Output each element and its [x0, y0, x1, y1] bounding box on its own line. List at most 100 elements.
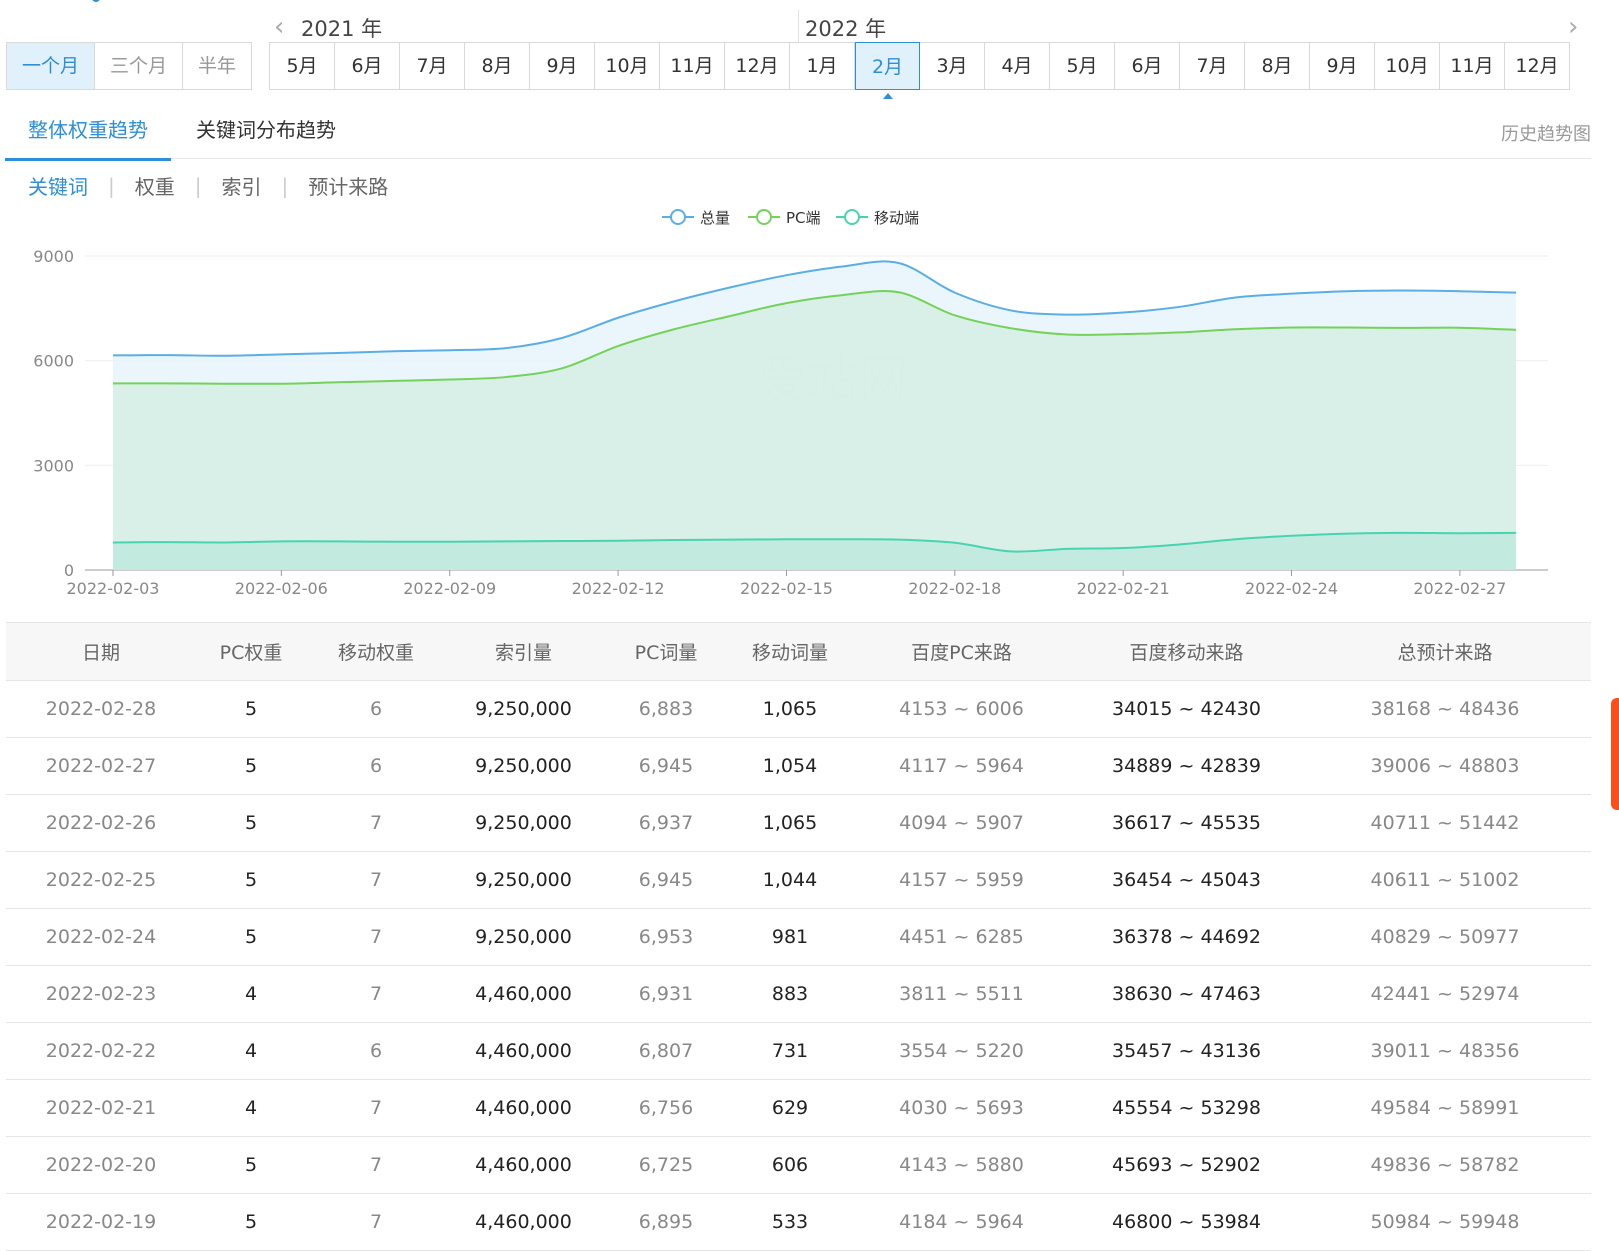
table-cell: 7 [306, 1193, 446, 1251]
month-cell[interactable]: 4月 [985, 43, 1050, 89]
month-cell[interactable]: 3月 [920, 43, 985, 89]
month-cell[interactable]: 6月 [335, 43, 400, 89]
x-tick-label: 2022-02-15 [740, 579, 833, 598]
table-cell: 7 [306, 794, 446, 852]
table-row: 2022-02-26 5 7 9,250,000 6,937 1,065 4094 ~ 59… [6, 794, 1591, 852]
month-cell[interactable]: 5月 [270, 43, 335, 89]
table-cell: 4094 ~ 5907 [849, 794, 1074, 852]
trend-tabs: 整体权重趋势 关键词分布趋势 历史趋势图 [5, 110, 1591, 161]
month-cell[interactable]: 12月 [1505, 43, 1570, 89]
table-cell: 2022-02-25 [6, 851, 196, 909]
table-cell: 6,953 [601, 908, 731, 966]
table-cell: 49836 ~ 58782 [1299, 1136, 1591, 1194]
table-cell: 6 [306, 1022, 446, 1080]
daily-data-table: 日期 PC权重 移动权重 索引量 PC词量 移动词量 百度PC来路 百度移动来路 总预计来路 2… [6, 622, 1591, 1251]
period-one-month[interactable]: 一个月 [7, 43, 95, 89]
table-row: 2022-02-27 5 6 9,250,000 6,945 1,054 4117 ~ 59… [6, 737, 1591, 795]
month-cell[interactable]: 1月 [790, 43, 855, 89]
tab-overall-weight-trend[interactable]: 整体权重趋势 [5, 110, 171, 161]
month-selector: 5月 6月 7月 8月 9月 10月 11月 12月 1月 2月 3月 4月 5月 6月 7月 8月 9月 10月… [269, 42, 1570, 99]
metric-subtabs: 关键词 | 权重 | 索引 | 预计来路 [28, 171, 388, 200]
month-cell[interactable]: 11月 [1440, 43, 1505, 89]
legend-label: 总量 [700, 209, 730, 227]
table-cell: 6,883 [601, 680, 731, 738]
table-cell: 2022-02-26 [6, 794, 196, 852]
table-cell: 4451 ~ 6285 [849, 908, 1074, 966]
table-row: 2022-02-23 4 7 4,460,000 6,931 883 3811 ~ 5511… [6, 965, 1591, 1023]
period-half-year[interactable]: 半年 [183, 43, 251, 89]
table-cell: 34889 ~ 42839 [1074, 737, 1299, 795]
table-cell: 883 [731, 965, 849, 1023]
table-row: 2022-02-20 5 7 4,460,000 6,725 606 4143 ~ 5880… [6, 1136, 1591, 1194]
table-cell: 2022-02-24 [6, 908, 196, 966]
table-row: 2022-02-25 5 7 9,250,000 6,945 1,044 4157 ~ 59… [6, 851, 1591, 909]
column-header: 日期 [6, 622, 196, 681]
subtab-estimated-traffic[interactable]: 预计来路 [308, 171, 388, 200]
series-area-1 [113, 291, 1516, 570]
subtab-weight[interactable]: 权重 [135, 171, 175, 200]
table-cell: 4157 ~ 5959 [849, 851, 1074, 909]
subtab-index[interactable]: 索引 [222, 171, 262, 200]
keyword-trend-chart: 0300060009000爱站网2022-02-032022-02-062022… [33, 209, 1548, 598]
next-arrow-icon[interactable]: › [1568, 14, 1578, 40]
table-cell: 5 [196, 680, 306, 738]
subtab-keywords[interactable]: 关键词 [28, 171, 88, 200]
table-cell: 6,931 [601, 965, 731, 1023]
table-cell: 1,054 [731, 737, 849, 795]
table-row: 2022-02-19 5 7 4,460,000 6,895 533 4184 ~ 5964… [6, 1193, 1591, 1251]
table-cell: 2022-02-21 [6, 1079, 196, 1137]
month-cell[interactable]: 11月 [660, 43, 725, 89]
tab-keyword-distribution-trend[interactable]: 关键词分布趋势 [196, 110, 336, 158]
history-trend-link[interactable]: 历史趋势图 [1501, 120, 1591, 146]
table-cell: 45693 ~ 52902 [1074, 1136, 1299, 1194]
month-cell[interactable]: 9月 [1310, 43, 1375, 89]
period-three-months[interactable]: 三个月 [95, 43, 183, 89]
table-cell: 4143 ~ 5880 [849, 1136, 1074, 1194]
legend-marker-icon [756, 209, 772, 225]
separator: | [194, 173, 202, 198]
table-cell: 5 [196, 1136, 306, 1194]
month-cell[interactable]: 7月 [400, 43, 465, 89]
top-accent-mark [92, 0, 100, 2]
month-cell[interactable]: 10月 [595, 43, 660, 89]
month-cell[interactable]: 8月 [1245, 43, 1310, 89]
separator: | [108, 173, 115, 198]
column-header: 移动词量 [731, 622, 849, 681]
month-cell[interactable]: 2月 [855, 42, 920, 99]
table-cell: 2022-02-19 [6, 1193, 196, 1251]
table-cell: 4184 ~ 5964 [849, 1193, 1074, 1251]
table-cell: 5 [196, 737, 306, 795]
table-cell: 39006 ~ 48803 [1299, 737, 1591, 795]
month-cell[interactable]: 7月 [1180, 43, 1245, 89]
month-cell[interactable]: 10月 [1375, 43, 1440, 89]
year-label-2022: 2022 年 [805, 17, 887, 41]
month-cell[interactable]: 5月 [1050, 43, 1115, 89]
table-cell: 39011 ~ 48356 [1299, 1022, 1591, 1080]
table-cell: 40829 ~ 50977 [1299, 908, 1591, 966]
table-cell: 1,065 [731, 794, 849, 852]
table-row: 2022-02-21 4 7 4,460,000 6,756 629 4030 ~ 5693… [6, 1079, 1591, 1137]
table-cell: 7 [306, 965, 446, 1023]
legend-marker-icon [670, 209, 686, 225]
table-cell: 49584 ~ 58991 [1299, 1079, 1591, 1137]
table-cell: 1,065 [731, 680, 849, 738]
x-tick-label: 2022-02-12 [572, 579, 665, 598]
prev-arrow-icon[interactable]: ‹ [274, 14, 284, 40]
month-cell[interactable]: 9月 [530, 43, 595, 89]
table-cell: 981 [731, 908, 849, 966]
table-cell: 34015 ~ 42430 [1074, 680, 1299, 738]
table-cell: 4030 ~ 5693 [849, 1079, 1074, 1137]
table-cell: 45554 ~ 53298 [1074, 1079, 1299, 1137]
x-tick-label: 2022-02-24 [1245, 579, 1338, 598]
table-cell: 4117 ~ 5964 [849, 737, 1074, 795]
table-cell: 38630 ~ 47463 [1074, 965, 1299, 1023]
table-cell: 5 [196, 851, 306, 909]
month-cell[interactable]: 8月 [465, 43, 530, 89]
floating-side-widget[interactable] [1611, 698, 1619, 810]
month-cell[interactable]: 6月 [1115, 43, 1180, 89]
table-cell: 4,460,000 [446, 1022, 601, 1080]
x-tick-label: 2022-02-21 [1077, 579, 1170, 598]
table-row: 2022-02-24 5 7 9,250,000 6,953 981 4451 ~ 6285… [6, 908, 1591, 966]
month-cell[interactable]: 12月 [725, 43, 790, 89]
table-cell: 38168 ~ 48436 [1299, 680, 1591, 738]
